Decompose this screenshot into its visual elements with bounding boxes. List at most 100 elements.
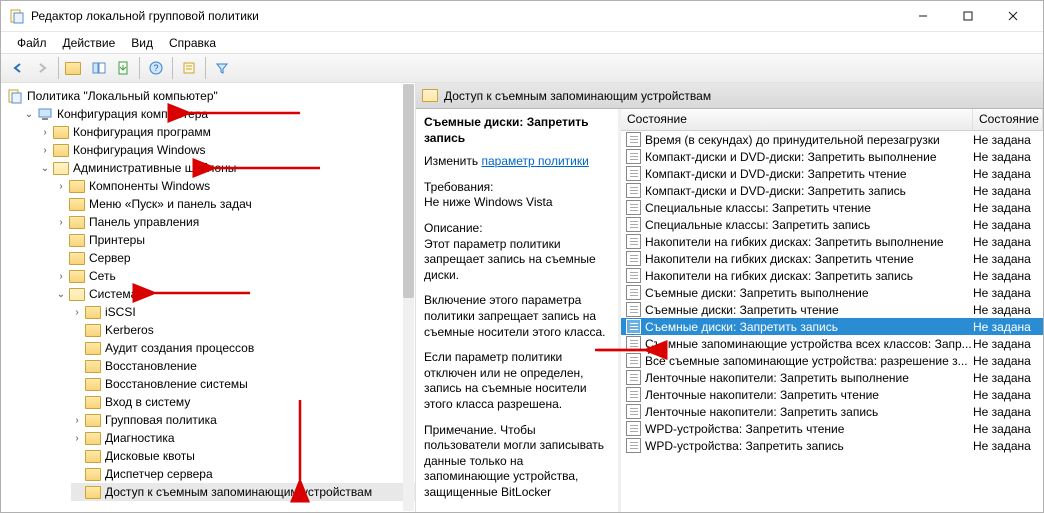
tree-root[interactable]: Политика "Локальный компьютер" <box>7 87 415 105</box>
setting-icon <box>625 370 641 386</box>
list-row[interactable]: Накопители на гибких дисках: Запретить в… <box>621 233 1043 250</box>
chevron-down-icon[interactable]: ⌄ <box>55 288 67 300</box>
tree-item[interactable]: ›Панель управления <box>55 213 415 231</box>
tree-item[interactable]: Меню «Пуск» и панель задач <box>55 195 415 213</box>
close-button[interactable] <box>990 2 1035 30</box>
tree-computer-config[interactable]: ⌄ Конфигурация компьютера <box>23 105 415 123</box>
menu-view[interactable]: Вид <box>123 34 161 52</box>
list-row[interactable]: Компакт-диски и DVD-диски: Запретить вып… <box>621 148 1043 165</box>
tree-item[interactable]: Восстановление <box>71 357 415 375</box>
setting-state: Не задана <box>973 252 1043 266</box>
setting-state: Не задана <box>973 439 1043 453</box>
tree-label: Политика "Локальный компьютер" <box>27 89 218 103</box>
list-row[interactable]: Накопители на гибких дисках: Запретить ч… <box>621 250 1043 267</box>
list-row[interactable]: Ленточные накопители: Запретить записьНе… <box>621 403 1043 420</box>
tree-item[interactable]: Kerberos <box>71 321 415 339</box>
properties-button[interactable] <box>178 57 200 79</box>
tree-item[interactable]: ›Диагностика <box>71 429 415 447</box>
folder-icon <box>69 196 85 212</box>
chevron-right-icon[interactable]: › <box>39 126 51 138</box>
chevron-right-icon[interactable]: › <box>71 414 83 426</box>
filter-button[interactable] <box>211 57 233 79</box>
list-row[interactable]: Специальные классы: Запретить чтениеНе з… <box>621 199 1043 216</box>
tree-item[interactable]: ›Групповая политика <box>71 411 415 429</box>
tree-item[interactable]: Сервер <box>55 249 415 267</box>
tree-admin-templates[interactable]: ⌄Административные шаблоны <box>39 159 415 177</box>
list-row[interactable]: Ленточные накопители: Запретить выполнен… <box>621 369 1043 386</box>
settings-list[interactable]: Состояние Состояние Время (в секундах) д… <box>621 109 1043 512</box>
tree-item[interactable]: Принтеры <box>55 231 415 249</box>
chevron-right-icon[interactable]: › <box>55 270 67 282</box>
list-row[interactable]: Компакт-диски и DVD-диски: Запретить чте… <box>621 165 1043 182</box>
tree-removable-access[interactable]: Доступ к съемным запоминающим устройства… <box>71 483 415 501</box>
chevron-right-icon[interactable]: › <box>39 144 51 156</box>
setting-name: Накопители на гибких дисках: Запретить ч… <box>645 252 973 266</box>
folder-icon <box>69 268 85 284</box>
list-row[interactable]: WPD-устройства: Запретить записьНе задан… <box>621 437 1043 454</box>
setting-state: Не задана <box>973 422 1043 436</box>
tree-system[interactable]: ⌄Система <box>55 285 415 303</box>
setting-state: Не задана <box>973 388 1043 402</box>
chevron-down-icon[interactable]: ⌄ <box>39 162 51 174</box>
col-state2-header[interactable]: Состояние <box>973 109 1043 130</box>
maximize-button[interactable] <box>945 2 990 30</box>
setting-icon <box>625 234 641 250</box>
list-row[interactable]: Все съемные запоминающие устройства: раз… <box>621 352 1043 369</box>
chevron-down-icon[interactable]: ⌄ <box>23 108 35 120</box>
show-hide-tree-button[interactable] <box>88 57 110 79</box>
setting-state: Не задана <box>973 320 1043 334</box>
list-row[interactable]: Специальные классы: Запретить записьНе з… <box>621 216 1043 233</box>
list-row[interactable]: Время (в секундах) до принудительной пер… <box>621 131 1043 148</box>
menu-help[interactable]: Справка <box>161 34 224 52</box>
edit-policy-link[interactable]: параметр политики <box>481 154 588 168</box>
chevron-right-icon[interactable]: › <box>71 306 83 318</box>
tree-item[interactable]: Восстановление системы <box>71 375 415 393</box>
breadcrumb: Доступ к съемным запоминающим устройства… <box>444 89 711 103</box>
tree-item[interactable]: Диспетчер сервера <box>71 465 415 483</box>
setting-state: Не задана <box>973 269 1043 283</box>
tree-item[interactable]: Аудит создания процессов <box>71 339 415 357</box>
back-button[interactable] <box>7 57 29 79</box>
list-header[interactable]: Состояние Состояние <box>621 109 1043 131</box>
tree-item[interactable]: ›Компоненты Windows <box>55 177 415 195</box>
tree-pane[interactable]: Политика "Локальный компьютер" ⌄ Конфигу… <box>1 83 416 512</box>
tree-item[interactable]: Дисковые квоты <box>71 447 415 465</box>
policy-icon <box>7 88 23 104</box>
folder-icon <box>85 322 101 338</box>
help-button[interactable]: ? <box>145 57 167 79</box>
chevron-right-icon[interactable]: › <box>71 432 83 444</box>
tree-software-settings[interactable]: ›Конфигурация программ <box>39 123 415 141</box>
selected-policy-title: Съемные диски: Запретить запись <box>424 115 610 146</box>
folder-icon <box>85 412 101 428</box>
tree-item[interactable]: ›iSCSI <box>71 303 415 321</box>
detail-pane: Доступ к съемным запоминающим устройства… <box>416 83 1043 512</box>
tree-item[interactable]: ›Сеть <box>55 267 415 285</box>
tree-item[interactable]: Вход в систему <box>71 393 415 411</box>
col-state-header[interactable]: Состояние <box>621 109 973 130</box>
setting-icon <box>625 404 641 420</box>
setting-icon <box>625 285 641 301</box>
export-button[interactable] <box>112 57 134 79</box>
menu-action[interactable]: Действие <box>55 34 124 52</box>
tree-windows-settings[interactable]: ›Конфигурация Windows <box>39 141 415 159</box>
chevron-right-icon[interactable]: › <box>55 216 67 228</box>
chevron-right-icon[interactable]: › <box>55 180 67 192</box>
list-row[interactable]: Накопители на гибких дисках: Запретить з… <box>621 267 1043 284</box>
folder-icon <box>69 232 85 248</box>
setting-icon <box>625 217 641 233</box>
list-row[interactable]: Компакт-диски и DVD-диски: Запретить зап… <box>621 182 1043 199</box>
setting-state: Не задана <box>973 218 1043 232</box>
forward-button[interactable] <box>31 57 53 79</box>
up-button[interactable] <box>64 57 86 79</box>
list-row[interactable]: Съемные диски: Запретить чтениеНе задана <box>621 301 1043 318</box>
list-row[interactable]: Съемные диски: Запретить выполнениеНе за… <box>621 284 1043 301</box>
menu-file[interactable]: Файл <box>9 34 55 52</box>
minimize-button[interactable] <box>900 2 945 30</box>
setting-name: Ленточные накопители: Запретить чтение <box>645 388 973 402</box>
scrollbar[interactable] <box>403 84 414 511</box>
list-row[interactable]: WPD-устройства: Запретить чтениеНе задан… <box>621 420 1043 437</box>
list-row[interactable]: Съемные запоминающие устройства всех кла… <box>621 335 1043 352</box>
setting-icon <box>625 353 641 369</box>
list-row[interactable]: Съемные диски: Запретить записьНе задана <box>621 318 1043 335</box>
list-row[interactable]: Ленточные накопители: Запретить чтениеНе… <box>621 386 1043 403</box>
